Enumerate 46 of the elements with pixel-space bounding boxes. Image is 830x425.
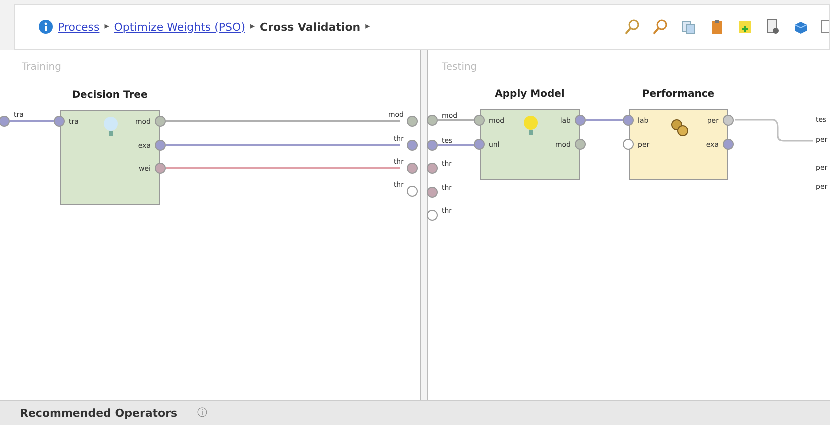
breadcrumb-separator: ▸ [250,22,256,32]
port-icon[interactable] [427,210,438,221]
document-icon[interactable] [765,19,781,35]
port-icon[interactable] [155,163,166,174]
lightbulb-icon [103,116,119,138]
port-icon[interactable] [427,187,438,198]
port-icon[interactable] [54,116,65,127]
port-icon[interactable] [575,115,586,126]
frame-icon[interactable] [821,19,829,35]
port-icon[interactable] [0,116,10,127]
port-icon[interactable] [407,163,418,174]
port-icon[interactable] [155,116,166,127]
panel-title: Recommended Operators [20,406,178,420]
port-icon[interactable] [575,139,586,150]
operator-title: Performance [642,89,715,100]
port-icon[interactable] [474,115,485,126]
breadcrumb-separator: ▸ [366,22,370,32]
panel-title: Testing [442,62,478,73]
panel-title: Training [22,62,62,73]
copy-icon[interactable] [681,19,697,35]
port-icon[interactable] [427,115,438,126]
breadcrumb-link[interactable]: Process [58,20,100,34]
clipboard-icon[interactable] [709,19,725,35]
breadcrumb-link[interactable]: Optimize Weights (PSO) [114,20,246,34]
port-icon[interactable] [723,115,734,126]
port-icon[interactable] [155,140,166,151]
info-icon [39,20,53,34]
port-icon[interactable] [427,163,438,174]
operator-title: Apply Model [495,89,565,100]
port-icon[interactable] [623,115,634,126]
gears-icon [670,118,690,138]
port-icon[interactable] [407,140,418,151]
port-icon[interactable] [623,139,634,150]
breadcrumb-separator: ▸ [104,22,110,32]
port-icon[interactable] [407,116,418,127]
port-icon[interactable] [407,186,418,197]
zoom-in-icon[interactable] [625,19,641,35]
cube-icon[interactable] [793,19,809,35]
breadcrumb-current: Cross Validation [260,20,361,34]
port-icon[interactable] [723,139,734,150]
port-icon[interactable] [474,139,485,150]
zoom-out-icon[interactable] [653,19,669,35]
lightbulb-icon [523,115,539,137]
note-icon[interactable] [737,19,753,35]
port-icon[interactable] [427,140,438,151]
operator-title: Decision Tree [72,90,148,101]
